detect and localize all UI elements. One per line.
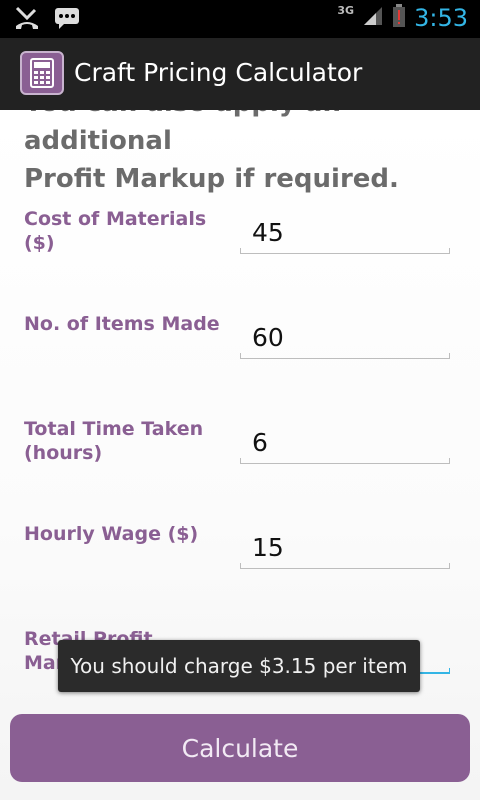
items-made-input[interactable]: 60: [240, 321, 450, 359]
time-taken-value: 6: [252, 428, 268, 457]
result-toast: You should charge $3.15 per item: [58, 640, 420, 692]
intro-text: You can also apply an additional Profit …: [24, 110, 464, 198]
message-icon: [54, 6, 80, 34]
intro-partial-line: You can also apply an additional: [24, 110, 341, 156]
calculator-icon[interactable]: [20, 51, 64, 95]
input-underline: [240, 563, 450, 569]
input-underline: [240, 248, 450, 254]
clock: 3:53: [414, 4, 468, 32]
app-title: Craft Pricing Calculator: [74, 58, 363, 87]
cost-of-materials-label: Cost of Materials ($): [24, 208, 207, 254]
input-underline: [240, 458, 450, 464]
action-bar: Craft Pricing Calculator: [0, 38, 480, 112]
hourly-wage-input[interactable]: 15: [240, 531, 450, 569]
hourly-wage-value: 15: [252, 533, 284, 562]
time-taken-label: Total Time Taken (hours): [24, 418, 204, 464]
battery-alert-icon: [392, 4, 406, 32]
items-made-label: No. of Items Made: [24, 313, 220, 335]
cost-of-materials-input[interactable]: 45: [240, 216, 450, 254]
hourly-wage-label: Hourly Wage ($): [24, 523, 199, 545]
missed-call-icon: [14, 6, 40, 34]
intro-line-2: Profit Markup if required.: [24, 164, 399, 194]
signal-icon: [362, 5, 384, 31]
input-underline: [240, 353, 450, 359]
time-taken-input[interactable]: 6: [240, 426, 450, 464]
calculate-button[interactable]: Calculate: [10, 714, 470, 782]
calculator-form[interactable]: You can also apply an additional Profit …: [0, 110, 480, 800]
status-bar: 3G 3:53: [0, 0, 480, 38]
items-made-value: 60: [252, 323, 284, 352]
network-type: 3G: [337, 3, 355, 17]
cost-of-materials-value: 45: [252, 218, 284, 247]
